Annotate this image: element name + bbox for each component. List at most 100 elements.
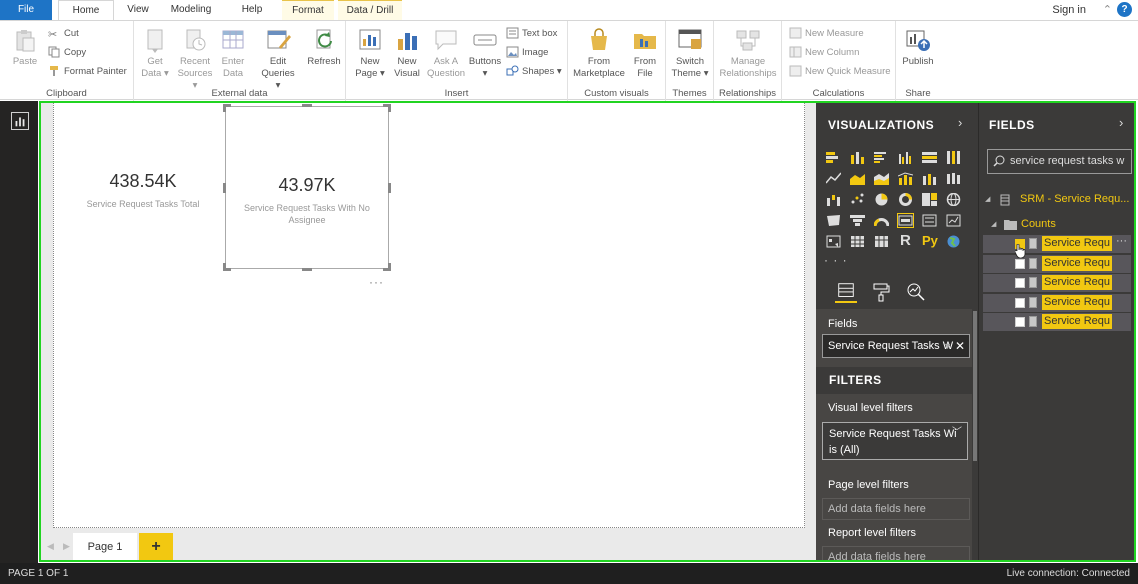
- table-node[interactable]: ◢ SRM - Service Requ...: [979, 191, 1135, 208]
- field-item[interactable]: Service Requ: [983, 294, 1131, 312]
- get-data-button[interactable]: Get Data ▾: [138, 27, 172, 80]
- pie-chart-icon[interactable]: [874, 193, 889, 206]
- resize-handle[interactable]: [223, 183, 226, 193]
- new-measure-button[interactable]: New Measure: [789, 26, 864, 42]
- tab-data-drill[interactable]: Data / Drill: [338, 0, 402, 20]
- remove-field-icon[interactable]: ✕: [955, 335, 965, 357]
- stacked-column-icon[interactable]: [850, 151, 865, 164]
- page-prev-icon[interactable]: ◀: [47, 541, 54, 552]
- clustered-column-icon[interactable]: [898, 151, 913, 164]
- publish-button[interactable]: Publish: [900, 27, 936, 68]
- collapse-ribbon-icon[interactable]: ⌃: [1103, 3, 1112, 16]
- enter-data-button[interactable]: Enter Data: [218, 27, 248, 80]
- field-item[interactable]: Service Requ: [983, 313, 1131, 331]
- stacked-bar-icon[interactable]: [826, 151, 841, 164]
- 100-stacked-column-icon[interactable]: [946, 151, 961, 164]
- globe-visual-icon[interactable]: [946, 235, 961, 248]
- stacked-area-icon[interactable]: [874, 172, 889, 185]
- scrollbar-thumb[interactable]: [973, 311, 977, 461]
- area-chart-icon[interactable]: [850, 172, 865, 185]
- tab-modeling[interactable]: Modeling: [164, 0, 218, 20]
- visual-more-options-icon[interactable]: ···: [369, 275, 384, 289]
- dropdown-arrow-icon[interactable]: ▼: [943, 335, 952, 357]
- tab-format[interactable]: Format: [282, 0, 334, 20]
- edit-queries-button[interactable]: Edit Queries ▾: [258, 27, 298, 92]
- page-next-icon[interactable]: ▶: [63, 541, 70, 552]
- ask-question-button[interactable]: Ask A Question: [426, 27, 466, 80]
- treemap-icon[interactable]: [922, 193, 937, 206]
- cut-button[interactable]: ✂ Cut: [48, 26, 79, 42]
- tab-file[interactable]: File: [0, 0, 52, 20]
- fields-well-item[interactable]: Service Request Tasks W ▼ ✕: [822, 334, 970, 358]
- folder-node[interactable]: ◢ Counts: [979, 216, 1135, 233]
- copy-button[interactable]: Copy: [48, 45, 86, 61]
- report-filter-dropzone[interactable]: Add data fields here: [822, 546, 970, 562]
- field-checkbox[interactable]: [1015, 259, 1025, 269]
- fields-tab-icon[interactable]: [835, 281, 857, 303]
- page-filter-dropzone[interactable]: Add data fields here: [822, 498, 970, 520]
- python-visual-icon[interactable]: Py: [922, 233, 942, 248]
- slicer-icon[interactable]: [826, 235, 841, 248]
- 100-stacked-bar-icon[interactable]: [922, 151, 937, 164]
- scatter-chart-icon[interactable]: [850, 193, 865, 206]
- new-page-button[interactable]: New Page ▾: [352, 27, 388, 80]
- resize-handle[interactable]: [302, 268, 312, 271]
- recent-sources-button[interactable]: Recent Sources ▾: [174, 27, 216, 92]
- clustered-bar-icon[interactable]: [874, 151, 889, 164]
- from-file-button[interactable]: From File: [628, 27, 662, 80]
- text-box-button[interactable]: Text box: [506, 26, 557, 42]
- line-stacked-column-icon[interactable]: [922, 172, 937, 185]
- filled-map-icon[interactable]: [826, 214, 841, 227]
- tab-help[interactable]: Help: [234, 0, 270, 20]
- more-options-icon[interactable]: ···: [1116, 235, 1127, 247]
- field-item[interactable]: Service Requ: [983, 255, 1131, 273]
- resize-handle[interactable]: [388, 183, 391, 193]
- fields-search-input[interactable]: service request tasks w: [987, 149, 1132, 174]
- new-quick-measure-button[interactable]: New Quick Measure: [789, 64, 891, 80]
- field-checkbox[interactable]: [1015, 317, 1025, 327]
- resize-handle[interactable]: [223, 104, 226, 112]
- resize-handle[interactable]: [388, 104, 391, 112]
- collapse-fields-icon[interactable]: ›: [1119, 115, 1123, 130]
- kpi-icon[interactable]: [946, 214, 961, 227]
- from-marketplace-button[interactable]: From Marketplace: [572, 27, 626, 80]
- collapse-arrow-icon[interactable]: ◢: [991, 216, 996, 233]
- line-clustered-column-icon[interactable]: [898, 172, 913, 185]
- resize-handle[interactable]: [302, 104, 312, 107]
- card-icon[interactable]: [897, 213, 914, 228]
- waterfall-icon[interactable]: [826, 193, 841, 206]
- help-icon[interactable]: ?: [1117, 2, 1132, 17]
- collapse-viz-icon[interactable]: ›: [958, 115, 962, 130]
- map-icon[interactable]: [946, 193, 961, 206]
- matrix-icon[interactable]: [874, 235, 889, 248]
- buttons-button[interactable]: Buttons ▾: [468, 27, 502, 80]
- visual-filter-card[interactable]: Service Request Tasks Wi is (All) ﹀: [822, 422, 968, 460]
- page-tab-page1[interactable]: Page 1: [73, 533, 137, 562]
- funnel-icon[interactable]: [850, 214, 865, 227]
- add-page-button[interactable]: +: [139, 533, 173, 562]
- image-button[interactable]: Image: [506, 45, 548, 61]
- tab-view[interactable]: View: [120, 0, 156, 20]
- paint-roller-icon[interactable]: [870, 281, 892, 303]
- r-visual-icon[interactable]: R: [900, 232, 915, 249]
- refresh-button[interactable]: Refresh: [306, 27, 342, 68]
- switch-theme-button[interactable]: Switch Theme ▾: [670, 27, 710, 80]
- signin-link[interactable]: Sign in: [1052, 4, 1086, 16]
- shapes-button[interactable]: Shapes ▾: [506, 64, 562, 80]
- format-painter-button[interactable]: Format Painter: [48, 64, 127, 80]
- tab-home[interactable]: Home: [58, 0, 114, 21]
- donut-chart-icon[interactable]: [898, 193, 913, 206]
- field-item[interactable]: Service Requ ···: [983, 235, 1131, 253]
- table-visual-icon[interactable]: [850, 235, 865, 248]
- resize-handle[interactable]: [223, 263, 226, 271]
- gauge-icon[interactable]: [874, 214, 889, 227]
- field-checkbox[interactable]: [1015, 278, 1025, 288]
- report-view-icon[interactable]: [11, 112, 29, 130]
- chevron-down-icon[interactable]: ﹀: [952, 425, 962, 441]
- collapse-arrow-icon[interactable]: ◢: [985, 191, 990, 208]
- analytics-magnifier-icon[interactable]: [905, 281, 927, 303]
- resize-handle[interactable]: [388, 263, 391, 271]
- new-column-button[interactable]: New Column: [789, 45, 859, 61]
- new-visual-button[interactable]: New Visual: [390, 27, 424, 80]
- field-item[interactable]: Service Requ: [983, 274, 1131, 292]
